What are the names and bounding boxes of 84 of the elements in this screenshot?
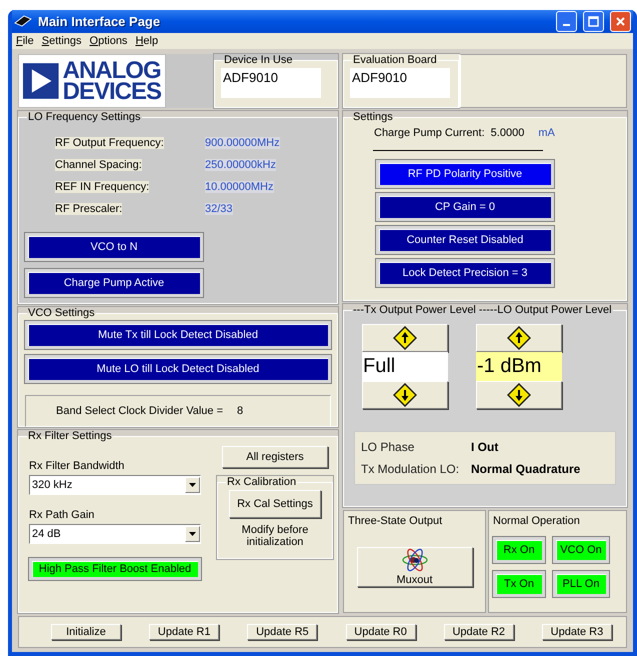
group-title: Rx Filter Settings xyxy=(27,430,113,442)
action-button[interactable]: Update R1 xyxy=(149,624,220,640)
logo-icon xyxy=(23,61,59,101)
field-label: Rx Filter Bandwidth xyxy=(29,460,126,472)
menu-item[interactable]: Help xyxy=(135,34,158,47)
field-label: Charge Pump Current: xyxy=(374,127,485,139)
info-value: Normal Quadrature xyxy=(471,462,582,476)
toggle-button[interactable]: Lock Detect Precision = 3 xyxy=(376,259,554,287)
caret-icon xyxy=(185,477,200,493)
logo-text: ANALOG xyxy=(62,60,161,81)
toggle-button[interactable]: Mute LO till Lock Detect Disabled xyxy=(25,355,331,383)
field-label: Rx Path Gain xyxy=(29,509,96,521)
close-icon xyxy=(615,16,626,27)
arrow-up-icon xyxy=(393,326,417,350)
action-button[interactable]: Initialize xyxy=(51,624,121,640)
group-title: LO Frequency Settings xyxy=(27,111,142,123)
field-value: 10.00000MHz xyxy=(205,181,274,193)
note-text: Modify before initialization xyxy=(240,524,310,548)
dropdown[interactable]: 24 dB xyxy=(29,524,201,544)
field-label: RF Prescaler: xyxy=(55,203,122,215)
field-label: REF IN Frequency: xyxy=(55,181,150,193)
group-title: VCO Settings xyxy=(27,307,96,319)
dropdown[interactable]: 320 kHz xyxy=(29,475,201,495)
toggle-button[interactable]: Counter Reset Disabled xyxy=(376,226,554,254)
field-label: Band Select Clock Divider Value = xyxy=(56,405,224,417)
minimize-button[interactable] xyxy=(556,10,577,32)
field-value: 5.0000 xyxy=(490,127,524,139)
arrow-down-icon xyxy=(507,383,531,407)
field-value: 8 xyxy=(237,405,244,417)
window-title: Main Interface Page xyxy=(38,14,162,29)
device-value: ADF9010 xyxy=(221,68,321,98)
field-label: Channel Spacing: xyxy=(55,159,142,171)
toggle-button[interactable]: Tx On xyxy=(493,571,545,597)
chip-icon xyxy=(14,13,32,30)
toggle-button[interactable]: VCO to N xyxy=(25,233,203,261)
toggle-button[interactable]: VCO On xyxy=(553,537,609,563)
rx-cal-button[interactable]: Rx Cal Settings xyxy=(229,490,321,518)
action-button[interactable]: Update R0 xyxy=(346,624,416,640)
group-title: Device In Use xyxy=(223,54,294,66)
close-button[interactable] xyxy=(610,10,631,32)
action-button[interactable]: Update R5 xyxy=(247,624,318,640)
group-title: Evaluation Board xyxy=(352,54,438,66)
info-label: Tx Modulation LO: xyxy=(361,462,460,476)
action-button[interactable]: Update R2 xyxy=(444,624,514,640)
toggle-button[interactable]: Charge Pump Active xyxy=(25,269,203,297)
toggle-button[interactable]: Rx On xyxy=(493,537,545,563)
arrow-down-icon xyxy=(393,383,417,407)
group-title: Settings xyxy=(352,111,394,123)
muxout-button[interactable]: Muxout xyxy=(356,547,472,587)
toggle-button[interactable]: High Pass Filter Boost Enabled xyxy=(29,558,201,580)
menu-item[interactable]: Options xyxy=(90,34,128,47)
toggle-button[interactable]: Mute Tx till Lock Detect Disabled xyxy=(25,321,331,349)
unit-label: mA xyxy=(538,127,555,139)
increase-button[interactable] xyxy=(476,324,562,352)
toggle-button[interactable]: CP Gain = 0 xyxy=(376,193,554,221)
info-value: I Out xyxy=(471,440,500,454)
logo-text: DEVICES xyxy=(62,81,161,102)
menu-item[interactable]: Settings xyxy=(42,34,82,47)
level-value: -1 dBm xyxy=(476,352,562,381)
field-label: RF Output Frequency: xyxy=(55,137,164,149)
all-registers-button[interactable]: All registers xyxy=(222,446,328,468)
panel-title: Three-State Output xyxy=(348,515,444,527)
field-value: 900.00000MHz xyxy=(205,137,280,149)
menu-item[interactable]: File xyxy=(16,34,34,47)
group-title: ---Tx Output Power Level -----LO Output Power Level xyxy=(352,304,613,316)
maximize-icon xyxy=(588,16,599,27)
level-value: Full xyxy=(362,352,448,381)
info-label: LO Phase xyxy=(361,440,416,454)
field-value: 32/33 xyxy=(205,203,233,215)
decrease-button[interactable] xyxy=(362,381,448,409)
panel-title: Normal Operation xyxy=(493,515,581,527)
field-value: 250.00000kHz xyxy=(205,159,276,171)
decrease-button[interactable] xyxy=(476,381,562,409)
action-button[interactable]: Update R3 xyxy=(542,624,612,640)
toggle-button[interactable]: RF PD Polarity Positive xyxy=(376,160,554,188)
minimize-icon xyxy=(563,24,570,26)
toggle-button[interactable]: PLL On xyxy=(553,571,609,597)
arrow-up-icon xyxy=(507,326,531,350)
group-title: Rx Calibration xyxy=(226,476,298,488)
increase-button[interactable] xyxy=(362,324,448,352)
atom-icon xyxy=(400,548,428,572)
caret-icon xyxy=(185,526,200,542)
board-value: ADF9010 xyxy=(350,68,450,98)
maximize-button[interactable] xyxy=(583,10,604,32)
